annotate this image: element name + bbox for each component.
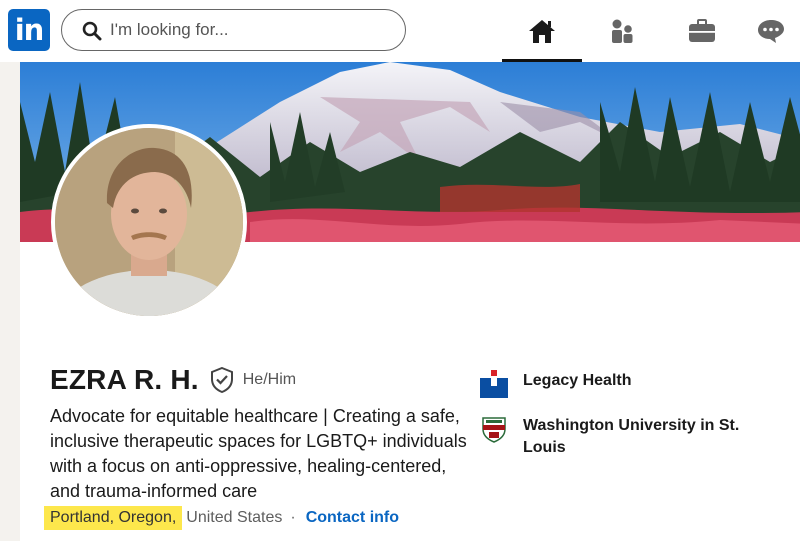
profile-photo-image xyxy=(55,128,243,316)
home-icon xyxy=(529,20,555,43)
nav-my-network[interactable] xyxy=(582,0,662,62)
messaging-icon xyxy=(758,20,784,43)
profile-photo[interactable] xyxy=(51,124,247,320)
name-row: EZRA R. H. He/Him xyxy=(50,364,296,396)
search-input[interactable] xyxy=(110,16,390,44)
profile-headline: Advocate for equitable healthcare | Crea… xyxy=(50,406,467,501)
location-highlighted: Portland, Oregon, xyxy=(44,506,183,530)
page-background-strip xyxy=(0,62,20,541)
washington-university-crest-icon xyxy=(482,417,506,443)
search-icon xyxy=(82,21,102,41)
profile-name: EZRA R. H. xyxy=(50,364,199,395)
contact-info-link[interactable]: Contact info xyxy=(306,509,399,527)
search-bar[interactable] xyxy=(61,9,406,51)
linkedin-logo[interactable]: in xyxy=(8,9,50,51)
org-washington-university[interactable]: Washington University in St. Louis xyxy=(480,415,753,459)
org-name: Washington University in St. Louis xyxy=(523,417,740,456)
profile-card: EZRA R. H. He/Him Advocate for equitable… xyxy=(20,62,800,541)
legacy-health-logo-icon xyxy=(480,370,508,398)
briefcase-icon xyxy=(689,19,715,42)
location-country: United States xyxy=(186,509,283,526)
org-name: Legacy Health xyxy=(523,372,632,389)
people-icon xyxy=(612,19,633,43)
org-legacy-health[interactable]: Legacy Health xyxy=(480,370,753,398)
separator-dot: · xyxy=(290,509,296,526)
top-nav: in xyxy=(0,0,800,62)
pronouns: He/Him xyxy=(242,371,297,388)
nav-messaging[interactable] xyxy=(742,0,800,62)
verified-shield-icon[interactable] xyxy=(210,367,233,393)
location-row: Portland, Oregon, United States · Contac… xyxy=(44,504,399,532)
nav-home[interactable] xyxy=(502,0,582,62)
nav-jobs[interactable] xyxy=(662,0,742,62)
